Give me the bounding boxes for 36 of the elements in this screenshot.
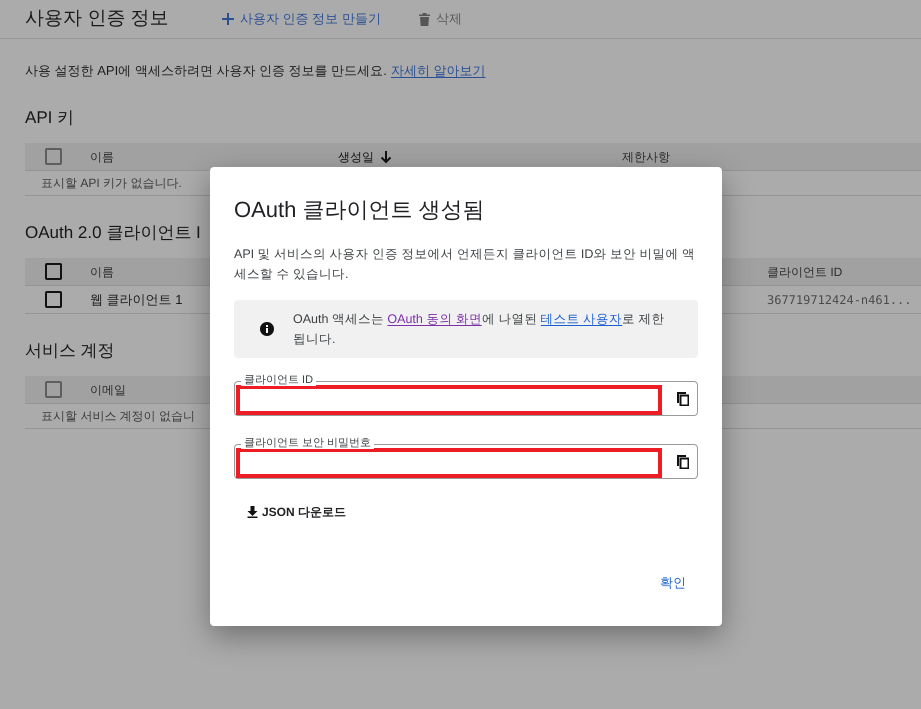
- section-title: API 키: [25, 107, 74, 130]
- notice-text: OAuth 액세스는 OAuth 동의 화면에 나열된 테스트 사용자로 제한됩니다.: [293, 311, 666, 348]
- column-header[interactable]: 이름: [90, 148, 114, 166]
- table-cell: 웹 클라이언트 1: [90, 292, 182, 306]
- page-title: 사용자 인증 정보: [25, 6, 170, 31]
- info-icon: [260, 322, 274, 336]
- empty-message: 표시할 API 키가 없습니다.: [41, 175, 182, 192]
- download-icon: [247, 506, 258, 518]
- empty-message: 표시할 서비스 계정이 없습니: [41, 408, 196, 425]
- checkbox[interactable]: [45, 291, 62, 308]
- plus-icon: [222, 13, 234, 25]
- column-header[interactable]: 이름: [90, 262, 114, 280]
- copy-icon: [677, 454, 689, 468]
- dialog-description: API 및 서비스의 사용자 인증 정보에서 언제든지 클라이언트 ID와 보안 비밀에 액세스할 수 있습니다.: [234, 246, 696, 283]
- trash-icon: [418, 12, 430, 26]
- field-label: 클라이언트 보안 비밀번호: [241, 437, 374, 449]
- consent-screen-link[interactable]: OAuth 동의 화면: [387, 312, 482, 326]
- download-button[interactable]: JSON 다운로드: [247, 503, 346, 521]
- table-cell: 367719712424-n461...: [767, 292, 912, 306]
- section-title: 서비스 계정: [25, 340, 115, 362]
- test-users-link[interactable]: 테스트 사용자: [540, 312, 622, 326]
- confirm-button[interactable]: 확인: [652, 568, 694, 596]
- column-header[interactable]: 생성일: [338, 148, 374, 166]
- copy-icon: [677, 392, 689, 406]
- section-title: OAuth 2.0 클라이언트 I: [25, 222, 201, 244]
- sort-arrow-icon[interactable]: [380, 150, 392, 164]
- delete-button[interactable]: 삭제: [418, 9, 462, 29]
- field-label: 클라이언트 ID: [241, 374, 316, 386]
- create-button[interactable]: 사용자 인증 정보 만들기: [222, 9, 381, 29]
- learn-more-link[interactable]: 자세히 알아보기: [390, 61, 486, 81]
- intro-text: 사용 설정한 API에 액세스하려면 사용자 인증 정보를 만드세요.: [25, 62, 387, 80]
- column-header[interactable]: 제한사항: [622, 148, 670, 166]
- dialog-title: OAuth 클라이언트 생성됨: [234, 196, 486, 224]
- column-header[interactable]: 이메일: [90, 380, 126, 398]
- checkbox[interactable]: [45, 263, 62, 280]
- column-header[interactable]: 클라이언트 ID: [767, 262, 842, 280]
